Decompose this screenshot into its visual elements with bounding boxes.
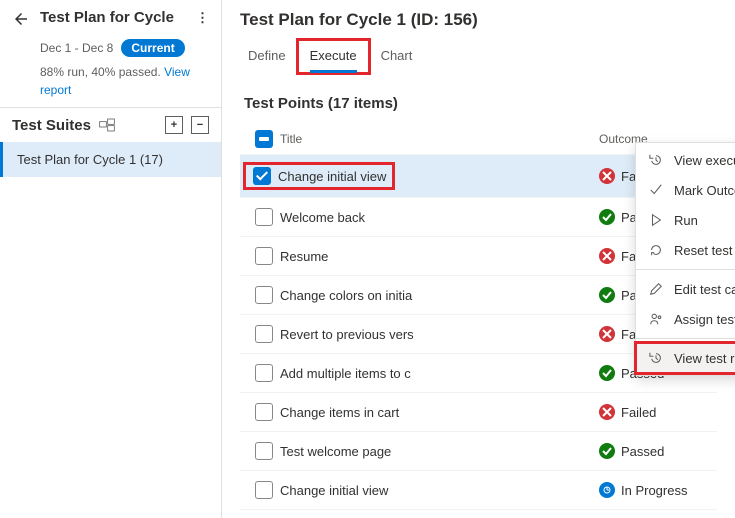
collapse-icon[interactable]: − (191, 116, 209, 134)
reset-icon (648, 242, 664, 258)
context-menu: View execution historyMark Outcome❯Run❯R… (635, 142, 735, 376)
sidebar-title: Test Plan for Cycle (40, 9, 194, 26)
row-title: Welcome back (280, 210, 599, 225)
passed-icon (599, 443, 615, 459)
date-range: Dec 1 - Dec 8 (40, 41, 113, 55)
assign-icon (648, 311, 664, 327)
tab-chart[interactable]: Chart (369, 40, 425, 73)
test-suites-header: Test Suites + − (0, 107, 221, 142)
sidebar: Test Plan for Cycle ⋮ Dec 1 - Dec 8 Curr… (0, 0, 222, 518)
row-title: Add multiple items to c (280, 366, 599, 381)
column-title[interactable]: Title (280, 132, 599, 146)
main-panel: Test Plan for Cycle 1 (ID: 156) Define E… (222, 0, 735, 518)
tab-execute[interactable]: Execute (298, 40, 369, 73)
failed-icon (599, 248, 615, 264)
menu-separator (636, 338, 735, 339)
row-title: Change initial view (278, 169, 386, 184)
table-row[interactable]: Change initial view In Progress (240, 471, 717, 510)
back-arrow-icon[interactable] (10, 8, 32, 35)
select-all-checkbox[interactable] (255, 130, 273, 148)
tabs: Define Execute Chart (222, 36, 735, 73)
row-checkbox[interactable] (255, 481, 273, 499)
row-title: Change colors on initia (280, 288, 599, 303)
history-icon (648, 152, 664, 168)
row-checkbox[interactable] (255, 403, 273, 421)
tab-define[interactable]: Define (236, 40, 298, 73)
sidebar-meta: Dec 1 - Dec 8 Current 88% run, 40% passe… (0, 39, 221, 107)
row-checkbox[interactable] (255, 442, 273, 460)
row-title: Resume (280, 249, 599, 264)
page-title: Test Plan for Cycle 1 (ID: 156) (240, 10, 717, 30)
edit-icon (648, 281, 664, 297)
table-row[interactable]: Change items in cart Failed (240, 393, 717, 432)
menu-item-label: Edit test case (674, 282, 735, 297)
passed-icon (599, 287, 615, 303)
menu-item-label: View execution history (674, 153, 735, 168)
add-suite-icon[interactable]: + (165, 116, 183, 134)
row-title: Revert to previous vers (280, 327, 599, 342)
row-checkbox[interactable] (253, 167, 271, 185)
suite-type-icon (99, 118, 115, 132)
in-progress-icon (599, 482, 615, 498)
more-options-icon[interactable]: ⋮ (194, 8, 211, 28)
play-icon (648, 212, 664, 228)
menu-item-view-execution-history[interactable]: View execution history (636, 145, 735, 175)
menu-item-label: Reset test to active (674, 243, 735, 258)
test-points-title: Test Points (17 items) (240, 85, 717, 124)
row-checkbox[interactable] (255, 208, 273, 226)
failed-icon (599, 326, 615, 342)
row-outcome: Failed (621, 405, 656, 420)
passed-icon (599, 365, 615, 381)
failed-icon (599, 168, 615, 184)
menu-separator (636, 269, 735, 270)
row-title: Test welcome page (280, 444, 599, 459)
row-checkbox[interactable] (255, 364, 273, 382)
menu-item-label: Run (674, 213, 735, 228)
row-checkbox[interactable] (255, 247, 273, 265)
menu-item-label: Assign tester (674, 312, 735, 327)
history-icon (648, 350, 664, 366)
menu-item-mark-outcome[interactable]: Mark Outcome❯ (636, 175, 735, 205)
table-row[interactable]: Test welcome page Passed (240, 432, 717, 471)
menu-item-label: View test result (674, 351, 735, 366)
menu-item-label: Mark Outcome (674, 183, 735, 198)
row-outcome: In Progress (621, 483, 687, 498)
passed-icon (599, 209, 615, 225)
menu-item-reset-test-to-active[interactable]: Reset test to active (636, 235, 735, 265)
menu-item-view-test-result[interactable]: View test result (636, 343, 735, 373)
current-badge: Current (121, 39, 184, 57)
check-icon (648, 182, 664, 198)
row-checkbox[interactable] (255, 325, 273, 343)
run-stats: 88% run, 40% passed. (40, 65, 164, 79)
menu-item-assign-tester[interactable]: Assign tester❯ (636, 304, 735, 334)
menu-item-edit-test-case[interactable]: Edit test case (636, 274, 735, 304)
row-outcome: Passed (621, 444, 664, 459)
row-title: Change items in cart (280, 405, 599, 420)
failed-icon (599, 404, 615, 420)
sidebar-header: Test Plan for Cycle ⋮ (0, 0, 221, 39)
suites-label: Test Suites (12, 117, 91, 134)
row-title: Change initial view (280, 483, 599, 498)
suite-item[interactable]: Test Plan for Cycle 1 (17) (0, 142, 221, 177)
menu-item-run[interactable]: Run❯ (636, 205, 735, 235)
row-checkbox[interactable] (255, 286, 273, 304)
